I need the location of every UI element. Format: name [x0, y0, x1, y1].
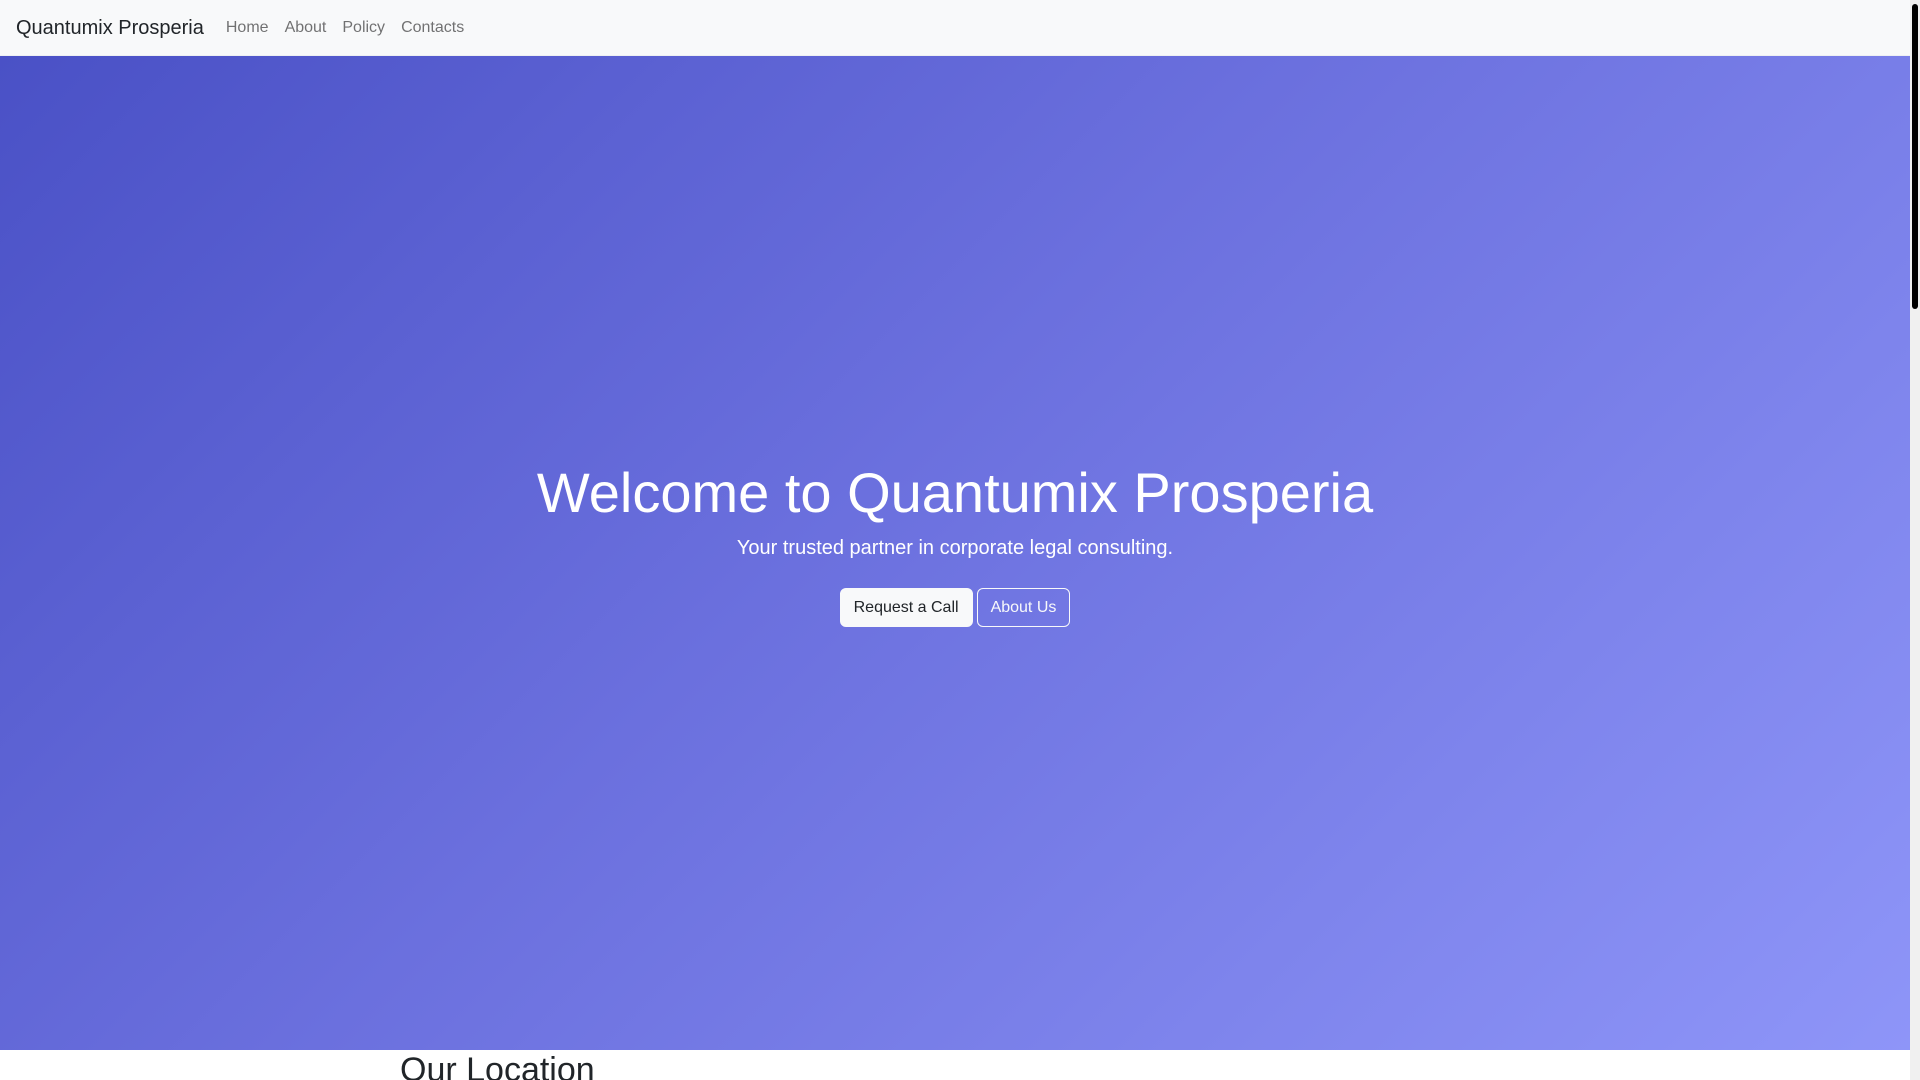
location-section: Our Location: [0, 1050, 1910, 1080]
viewport: Quantumix Prosperia Home About Policy Co…: [0, 0, 1910, 1080]
page: Quantumix Prosperia Home About Policy Co…: [0, 0, 1920, 1080]
hero-actions: Request a Call About Us: [839, 587, 1071, 627]
brand-link[interactable]: Quantumix Prosperia: [16, 18, 204, 38]
nav-links: Home About Policy Contacts: [226, 11, 472, 45]
hero-section: Welcome to Quantumix Prosperia Your trus…: [0, 56, 1910, 1050]
navbar: Quantumix Prosperia Home About Policy Co…: [0, 0, 1910, 56]
scroll-thumb[interactable]: [1912, 4, 1918, 309]
nav-link-about[interactable]: About: [277, 11, 335, 45]
about-us-button[interactable]: About Us: [976, 587, 1071, 627]
request-call-button[interactable]: Request a Call: [839, 587, 973, 627]
scrollbar[interactable]: [1910, 0, 1920, 1080]
hero-subtitle: Your trusted partner in corporate legal …: [736, 536, 1174, 559]
hero-title: Welcome to Quantumix Prosperia: [536, 461, 1374, 525]
location-title: Our Location: [400, 1051, 595, 1080]
nav-link-policy[interactable]: Policy: [334, 11, 393, 45]
nav-link-contacts[interactable]: Contacts: [393, 11, 472, 45]
nav-link-home[interactable]: Home: [226, 11, 277, 45]
